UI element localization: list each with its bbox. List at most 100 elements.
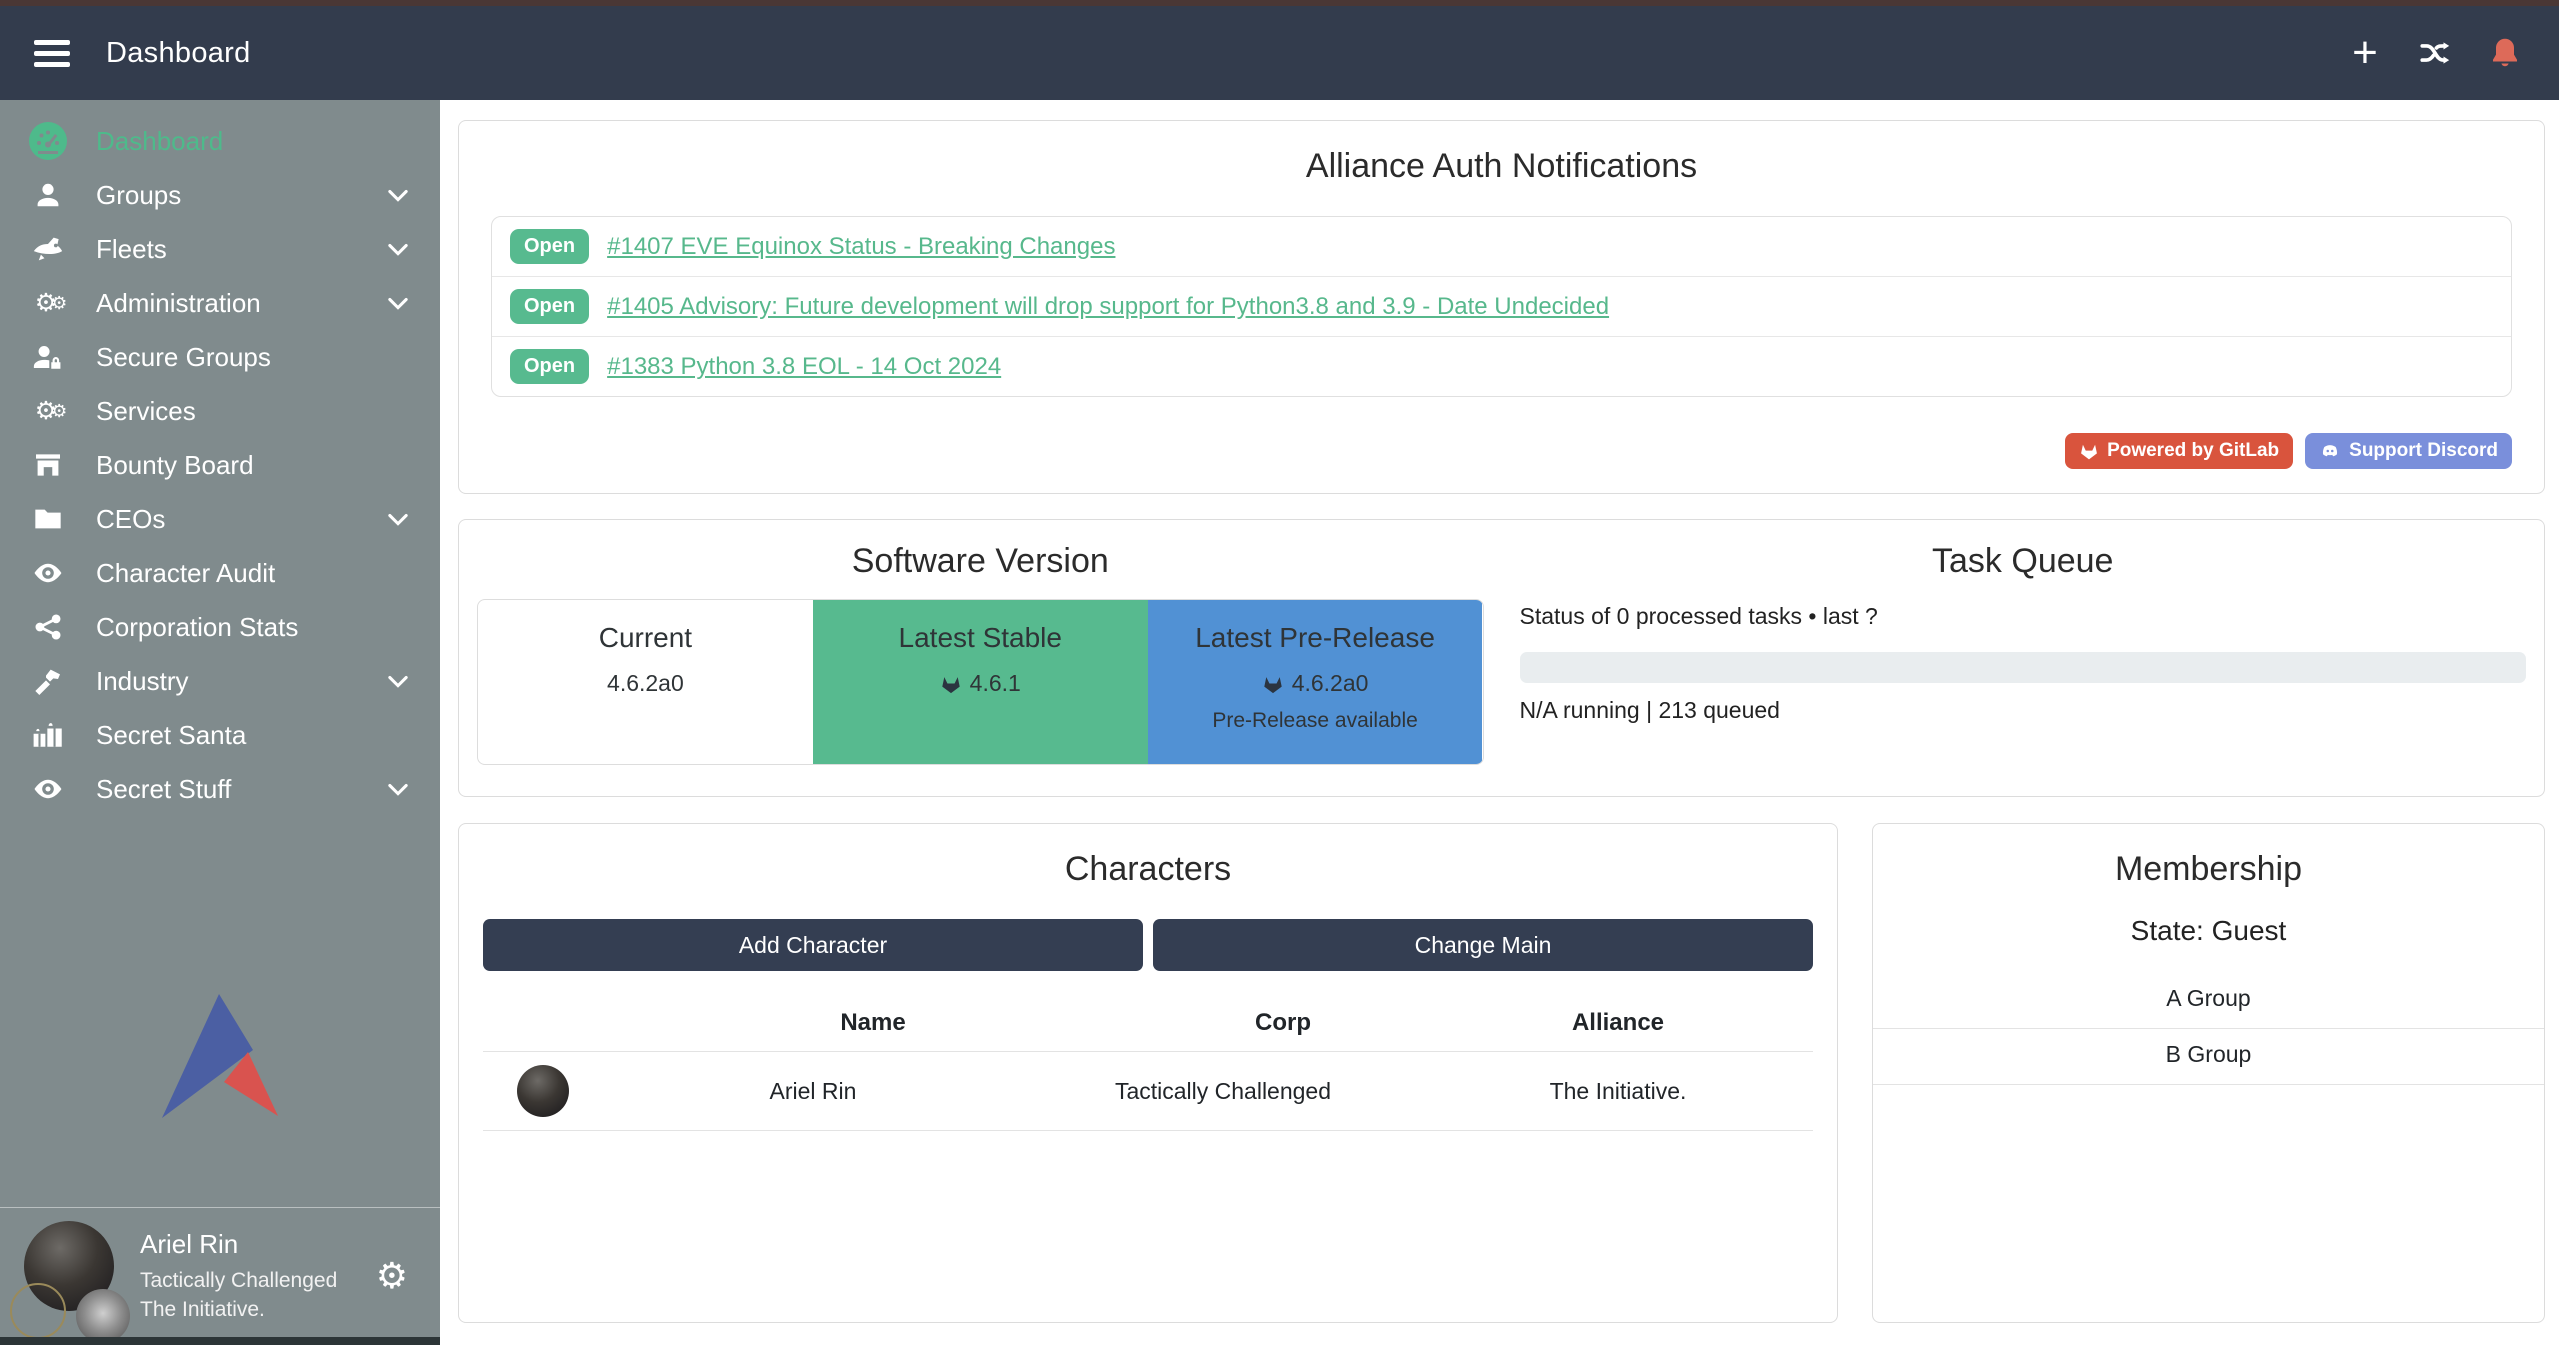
characters-table: Name Corp Alliance Ariel Rin Tactically … bbox=[483, 995, 1813, 1131]
sidebar-item-dashboard[interactable]: Dashboard bbox=[0, 114, 440, 168]
discord-badge[interactable]: Support Discord bbox=[2305, 433, 2512, 469]
chevron-down-icon bbox=[384, 775, 414, 803]
add-icon[interactable]: + bbox=[2345, 33, 2385, 73]
sidebar-item-secure-groups[interactable]: Secure Groups bbox=[0, 330, 440, 384]
membership-group: B Group bbox=[1873, 1029, 2544, 1085]
sidebar-item-label: Industry bbox=[96, 666, 384, 697]
sidebar-item-industry[interactable]: Industry bbox=[0, 654, 440, 708]
characters-title: Characters bbox=[483, 850, 1813, 889]
status-badge: Open bbox=[510, 349, 589, 384]
notification-row: Open #1383 Python 3.8 EOL - 14 Oct 2024 bbox=[492, 336, 2511, 396]
character-name: Ariel Rin bbox=[603, 1078, 1023, 1105]
sidebar-item-fleets[interactable]: Fleets bbox=[0, 222, 440, 276]
discord-badge-label: Support Discord bbox=[2349, 440, 2498, 462]
gitlab-badge-label: Powered by GitLab bbox=[2107, 440, 2279, 462]
change-main-button[interactable]: Change Main bbox=[1153, 919, 1813, 971]
sidebar-item-ceos[interactable]: CEOs bbox=[0, 492, 440, 546]
notification-link[interactable]: #1383 Python 3.8 EOL - 14 Oct 2024 bbox=[607, 353, 1001, 381]
software-version-title: Software Version bbox=[477, 542, 1484, 581]
task-queue-title: Task Queue bbox=[1520, 542, 2527, 581]
sidebar-item-label: Secret Santa bbox=[96, 720, 414, 751]
version-prerelease-cell: Latest Pre-Release 4.6.2a0 Pre-Release a… bbox=[1148, 600, 1483, 764]
version-label: Latest Stable bbox=[813, 622, 1148, 654]
sidebar-item-secret-stuff[interactable]: Secret Stuff bbox=[0, 762, 440, 816]
membership-state: State: Guest bbox=[1873, 915, 2544, 947]
version-strip: Current 4.6.2a0 Latest Stable 4.6.1 Late… bbox=[477, 599, 1484, 765]
gitlab-badge[interactable]: Powered by GitLab bbox=[2065, 433, 2293, 469]
chevron-down-icon bbox=[384, 505, 414, 533]
page-title: Dashboard bbox=[106, 37, 251, 70]
sidebar-item-label: Groups bbox=[96, 180, 384, 211]
main-content: Alliance Auth Notifications Open #1407 E… bbox=[440, 100, 2559, 1345]
version-number: 4.6.2a0 bbox=[1292, 670, 1369, 697]
share-icon bbox=[26, 607, 70, 647]
version-current-cell: Current 4.6.2a0 bbox=[478, 600, 813, 764]
sidebar-item-secret-santa[interactable]: Secret Santa bbox=[0, 708, 440, 762]
notifications-title: Alliance Auth Notifications bbox=[491, 147, 2512, 186]
sidebar-item-label: CEOs bbox=[96, 504, 384, 535]
alliance-auth-logo bbox=[0, 992, 440, 1120]
notifications-list: Open #1407 EVE Equinox Status - Breaking… bbox=[491, 216, 2512, 397]
sidebar-item-label: Administration bbox=[96, 288, 384, 319]
corp-logo-badge bbox=[10, 1283, 66, 1339]
user-corp: Tactically Challenged bbox=[140, 1266, 376, 1295]
version-label: Current bbox=[478, 622, 813, 654]
task-queue-progressbar bbox=[1520, 652, 2527, 683]
add-character-button[interactable]: Add Character bbox=[483, 919, 1143, 971]
user-alliance: The Initiative. bbox=[140, 1295, 376, 1324]
sidebar-item-label: Character Audit bbox=[96, 558, 414, 589]
notifications-bell-icon[interactable] bbox=[2485, 33, 2525, 73]
software-taskqueue-panel: Software Version Current 4.6.2a0 Latest … bbox=[458, 519, 2545, 797]
sidebar-item-label: Bounty Board bbox=[96, 450, 414, 481]
gauge-icon bbox=[26, 121, 70, 161]
task-queue-status: Status of 0 processed tasks • last ? bbox=[1520, 603, 2527, 630]
status-badge: Open bbox=[510, 229, 589, 264]
sidebar-item-bounty-board[interactable]: Bounty Board bbox=[0, 438, 440, 492]
notification-row: Open #1407 EVE Equinox Status - Breaking… bbox=[492, 217, 2511, 276]
sidebar-item-label: Corporation Stats bbox=[96, 612, 414, 643]
character-alliance: The Initiative. bbox=[1423, 1078, 1813, 1105]
sidebar-item-administration[interactable]: ⚙⚙ Administration bbox=[0, 276, 440, 330]
sidebar-item-label: Secure Groups bbox=[96, 342, 414, 373]
sidebar-item-label: Fleets bbox=[96, 234, 384, 265]
membership-groups: A Group B Group bbox=[1873, 973, 2544, 1085]
sidebar-item-groups[interactable]: Groups bbox=[0, 168, 440, 222]
gifts-icon bbox=[26, 715, 70, 755]
menu-toggle-icon[interactable] bbox=[34, 40, 70, 67]
software-version-section: Software Version Current 4.6.2a0 Latest … bbox=[459, 520, 1502, 796]
hammer-icon bbox=[26, 661, 70, 701]
user-panel[interactable]: Ariel Rin Tactically Challenged The Init… bbox=[0, 1215, 440, 1337]
rocket-icon bbox=[26, 229, 70, 269]
gears-icon: ⚙⚙ bbox=[26, 283, 70, 323]
character-row: Ariel Rin Tactically Challenged The Init… bbox=[483, 1051, 1813, 1131]
alliance-logo-badge bbox=[76, 1289, 130, 1343]
notification-link[interactable]: #1407 EVE Equinox Status - Breaking Chan… bbox=[607, 233, 1115, 261]
user-lock-icon bbox=[26, 337, 70, 377]
shuffle-icon[interactable] bbox=[2415, 33, 2455, 73]
membership-group: A Group bbox=[1873, 973, 2544, 1029]
characters-panel: Characters Add Character Change Main Nam… bbox=[458, 823, 1838, 1323]
version-number: 4.6.2a0 bbox=[607, 670, 684, 697]
sidebar: Dashboard Groups Fleets ⚙⚙ Administratio… bbox=[0, 100, 440, 1345]
gears-icon: ⚙⚙ bbox=[26, 391, 70, 431]
user-name: Ariel Rin bbox=[140, 1229, 376, 1260]
membership-title: Membership bbox=[1873, 850, 2544, 889]
notification-link[interactable]: #1405 Advisory: Future development will … bbox=[607, 293, 1609, 321]
user-settings-gear-icon[interactable]: ⚙ bbox=[376, 1255, 408, 1297]
task-queue-section: Task Queue Status of 0 processed tasks •… bbox=[1502, 520, 2545, 796]
gitlab-icon bbox=[940, 673, 962, 695]
column-header-corp: Corp bbox=[1143, 1009, 1423, 1037]
sidebar-item-label: Dashboard bbox=[96, 126, 414, 157]
chevron-down-icon bbox=[384, 181, 414, 209]
sidebar-item-corporation-stats[interactable]: Corporation Stats bbox=[0, 600, 440, 654]
sidebar-bottom-strip bbox=[0, 1337, 440, 1345]
column-header-name: Name bbox=[603, 1009, 1143, 1037]
column-header-alliance: Alliance bbox=[1423, 1009, 1813, 1037]
discord-icon bbox=[2319, 441, 2341, 461]
folder-icon bbox=[26, 499, 70, 539]
membership-panel: Membership State: Guest A Group B Group bbox=[1872, 823, 2545, 1323]
sidebar-item-character-audit[interactable]: Character Audit bbox=[0, 546, 440, 600]
sidebar-item-services[interactable]: ⚙⚙ Services bbox=[0, 384, 440, 438]
notification-row: Open #1405 Advisory: Future development … bbox=[492, 276, 2511, 336]
version-note: Pre-Release available bbox=[1148, 709, 1483, 733]
